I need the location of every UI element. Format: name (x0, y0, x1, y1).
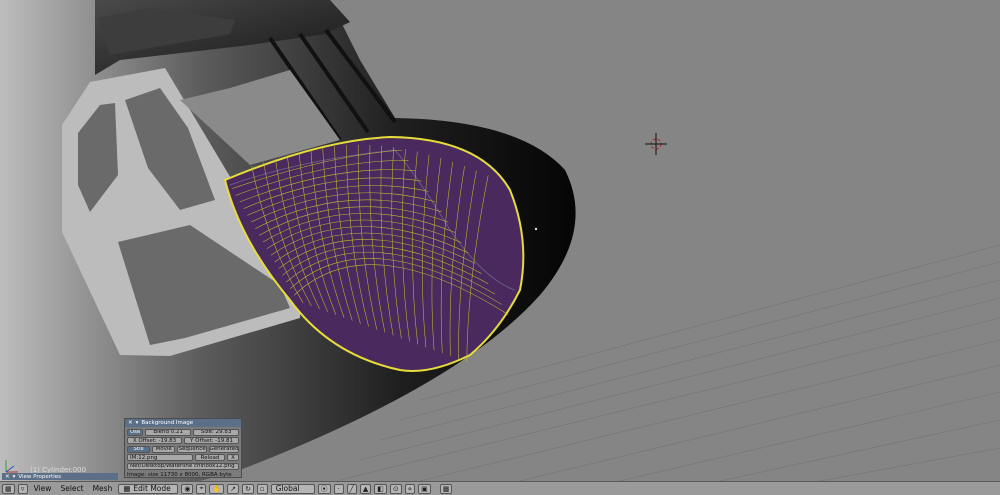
tab-still[interactable]: Still (127, 445, 151, 453)
size-field[interactable]: Size: 29.83 (193, 428, 239, 436)
scene-render (0, 0, 1000, 481)
edge-select-icon[interactable]: ╱ (346, 483, 357, 494)
proportional-edit-icon[interactable]: ⊙ (389, 483, 402, 494)
scale-icon[interactable]: ▫ (256, 483, 268, 494)
3d-viewport[interactable]: (1) Cylinder.000 ✕ ▾ Background Image Us… (0, 0, 1000, 481)
background-image-panel: ✕ ▾ Background Image Use Blend 0.21 Size… (124, 418, 242, 478)
collapse-icon[interactable]: ▾ (136, 420, 139, 426)
close-icon[interactable]: ✕ (128, 420, 133, 426)
menu-select[interactable]: Select (57, 484, 86, 493)
draw-type-icon[interactable]: ◉ (181, 483, 194, 494)
orientation-select[interactable]: Global (270, 483, 315, 494)
translate-icon[interactable]: ↗ (227, 483, 240, 494)
menu-view[interactable]: View (31, 484, 55, 493)
manipulator-hand-icon[interactable]: ✋ (209, 483, 225, 494)
3d-cursor-icon[interactable] (645, 133, 667, 155)
edit-mode-icon: ▦ (123, 484, 131, 493)
limit-selection-icon[interactable]: ◧ (374, 483, 387, 494)
render-icon[interactable]: ▩ (439, 483, 453, 494)
image-name-field[interactable]: IM:12.png (127, 454, 193, 461)
unlink-button[interactable]: X (227, 454, 239, 461)
y-offset-field[interactable]: Y Offset: -19.81 (184, 437, 239, 444)
collapse-icon[interactable]: ▾ (13, 474, 16, 480)
editor-type-icon[interactable]: ▦ (2, 483, 15, 494)
menu-mesh[interactable]: Mesh (90, 484, 116, 493)
viewport-header: ▦ ▿ View Select Mesh ▦ Edit Mode ◉ ⌖ ✋ ↗… (0, 481, 1000, 495)
view-properties-panel[interactable]: ✕ ▾ View Properties (2, 473, 118, 480)
pivot-icon[interactable]: ⌖ (196, 483, 207, 494)
face-select-icon[interactable]: ▲ (359, 483, 372, 494)
snap-icon[interactable]: ⋄ (404, 483, 416, 494)
use-toggle[interactable]: Use (127, 428, 144, 436)
tab-movie[interactable]: Movie (152, 445, 176, 453)
mode-select[interactable]: ▦ Edit Mode (118, 483, 179, 494)
snap-target-icon[interactable]: ▣ (418, 483, 431, 494)
x-offset-field[interactable]: X Offset: -19.83 (127, 437, 182, 444)
menu-collapse-icon[interactable]: ▿ (17, 483, 28, 494)
filepath-field[interactable]: Net/Desktop/Waterline chinook12.png (127, 462, 239, 470)
layer-icon[interactable]: ⦿ (317, 483, 331, 494)
vertex-select-icon[interactable]: · (333, 483, 344, 494)
panel-title: Background Image (141, 420, 194, 426)
panel-title: View Properties (18, 473, 61, 480)
blend-slider[interactable]: Blend 0.21 (145, 428, 192, 436)
tab-generated[interactable]: Generated (209, 445, 239, 453)
reload-button[interactable]: Reload (195, 454, 225, 461)
rotate-icon[interactable]: ↻ (242, 483, 254, 494)
tab-sequence[interactable]: Sequence (177, 445, 208, 453)
panel-header[interactable]: ✕ ▾ Background Image (125, 419, 241, 427)
close-icon[interactable]: ✕ (5, 474, 10, 480)
image-info-label: Image: size 11730 x 8000, RGBA byte (127, 471, 232, 478)
